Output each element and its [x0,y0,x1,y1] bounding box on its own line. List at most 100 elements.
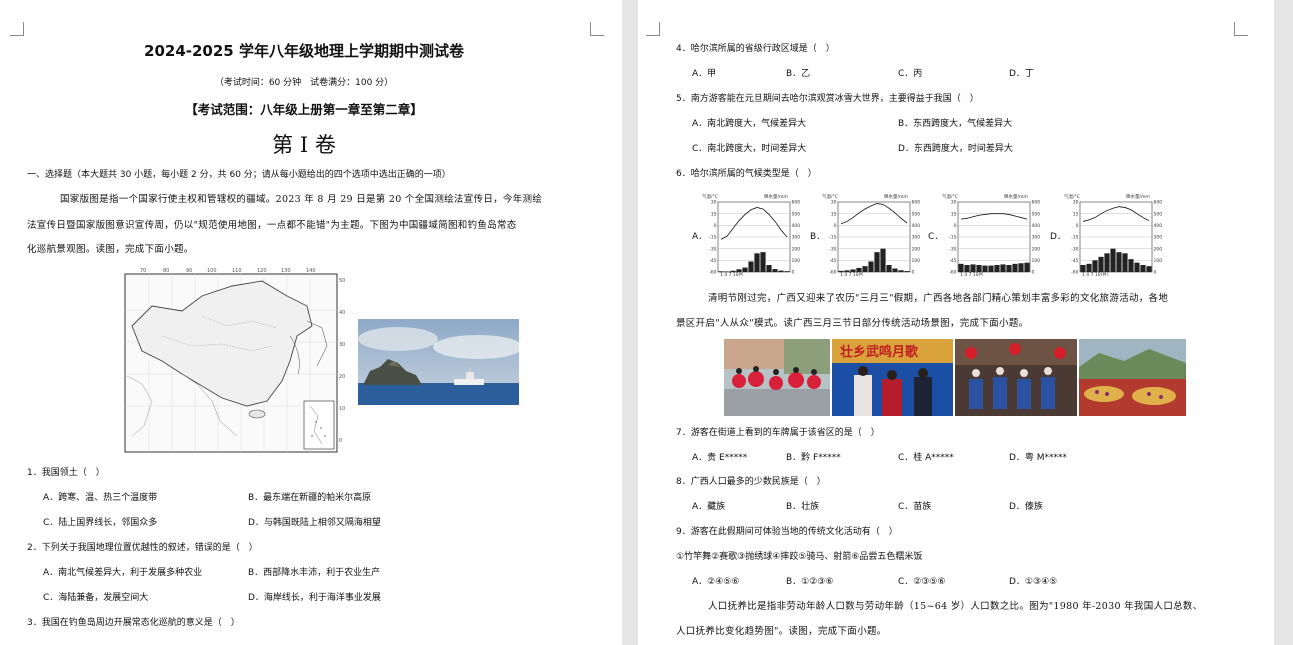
map-lon-tick: 120 [257,268,267,274]
precip-bar [1000,264,1006,272]
precip-bar [772,269,778,272]
precip-tick: 600 [912,200,921,206]
question-option: C．丙 [898,69,923,79]
festival-photo-feast [1079,339,1186,416]
precip-bar [1104,253,1110,272]
question-option: C．苗族 [898,502,932,512]
temp-tick: -30 [829,246,836,252]
map-lat-tick: 50 [339,278,345,284]
precip-bar [874,252,880,272]
question-option: D．东西跨度大，时间差异大 [898,144,1013,154]
precip-bar [838,270,844,272]
map-lon-tick: 110 [232,268,242,274]
temp-tick: -45 [709,258,716,264]
question-stem: 1．我国领土（ ） [27,468,105,478]
precip-bar [778,270,784,272]
temp-tick: 30 [831,200,837,206]
precip-bar [1110,248,1116,272]
passage-line: 人口抚养比是指非劳动年龄人口数与劳动年龄（15~64 岁）人口数之比。图为"19… [708,601,1203,612]
precip-bar [988,265,994,272]
question-option: D．傣族 [1009,502,1043,512]
question-option: C．桂 A***** [898,453,954,463]
precip-tick: 600 [1154,200,1163,206]
precip-bar [892,268,898,272]
precip-bar [994,265,1000,272]
question-option: A．南北气候差异大，利于发展多种农业 [43,568,203,578]
exam-title: 2024-2025 学年八年级地理上学期期中测试卷 [144,42,464,60]
temp-axis-label: 气温/°C [1064,193,1080,200]
precip-bar [862,266,868,272]
temp-tick: -30 [709,246,716,252]
question-option: B．最东端在新疆的帕米尔高原 [248,493,372,503]
document-page-right: 4．哈尔滨所属的省级行政区域是（ ） A．甲 B．乙 C．丙 D．丁 5．南方游… [638,0,1274,645]
temp-tick: 15 [951,211,957,217]
temp-tick: 0 [1076,223,1079,229]
festival-photo-singers: 壮乡武鸣月歌 [832,339,953,416]
precip-tick: 300 [792,235,801,241]
temp-tick: 0 [714,223,717,229]
precip-bar [1012,263,1018,272]
question-option: B．西部降水丰沛，利于农业生产 [248,568,381,578]
precip-tick: 600 [792,200,801,206]
precip-bar [976,265,982,272]
question-stem: 8．广西人口最多的少数民族是（ ） [676,477,826,487]
precip-bar [850,269,856,272]
precip-bar [718,271,724,272]
map-lat-tick: 20 [339,374,345,380]
map-lon-tick: 90 [186,268,192,274]
precip-bar [766,265,772,272]
passage-line: 化巡航景观图。读图，完成下面小题。 [27,244,194,255]
precip-bar [982,265,988,272]
question-option: B．壮族 [786,502,820,512]
precip-bar [898,270,904,272]
question-option: C．海陆兼备，发展空间大 [43,593,149,603]
precip-bar [760,252,766,272]
question-stem: 9．游客在此假期间可体验当地的传统文化活动有（ ） [676,527,898,537]
temp-tick: -15 [829,235,836,241]
precip-axis-label: 降水量/mm [764,193,788,200]
temp-tick: -45 [949,258,956,264]
temp-axis-label: 气温/°C [702,193,718,200]
question-option: C．南北跨度大，时间差异大 [692,144,807,154]
precip-bar [880,248,886,272]
diaoyu-patrol-photo [358,319,519,405]
question-stem: 2．下列关于我国地理位置优越性的叙述，错误的是（ ） [27,543,258,553]
temp-tick: 0 [834,223,837,229]
precip-tick: 100 [1032,258,1041,264]
question-option: D．粤 M***** [1009,453,1068,463]
passage-line: 法宣传日暨国家版图意识宣传周，仍以"规范使用地图，一点都不能错"为主题。下图为中… [27,220,517,231]
question-option: A．南北跨度大，气候差异大 [692,119,807,129]
precip-tick: 500 [1032,211,1041,217]
china-territory-map: 70 80 90 100 110 120 130 140 50 40 30 20… [122,266,350,456]
question-stem: 7．游客在街道上看到的车牌属于该省区的是（ ） [676,428,880,438]
temp-tick: -60 [1071,270,1078,276]
precip-bar [1122,253,1128,272]
question-option: A．跨寒、温、热三个温度带 [43,493,158,503]
map-lon-tick: 130 [281,268,291,274]
exam-scope: 【考试范围：八年级上册第一章至第二章】 [185,102,423,117]
precip-bar [754,253,760,272]
precip-bar [1086,263,1092,272]
temp-tick: -60 [829,270,836,276]
month-axis-label: 1 4 7 10月 [960,272,983,276]
question-option: A．藏族 [692,502,726,512]
precip-tick: 200 [792,246,801,252]
question-option: A．甲 [692,69,717,79]
temp-tick: 30 [711,200,717,206]
map-lon-tick: 80 [163,268,169,274]
temp-tick: -60 [709,270,716,276]
exam-subtitle: （考试时间：60 分钟 试卷满分：100 分） [214,78,394,88]
volume-heading: 第 I 卷 [272,133,336,157]
question-items: ①竹竿舞②赛歌③抛绣球④摔跤⑤骑马、射箭⑥品尝五色糯米饭 [676,552,923,562]
climate-chart-c: 气温/°C 降水量/mm 30 600 15 500 0 400 -15 300 -30 200 -45… [940,192,1048,276]
page-corner-mark [590,22,604,36]
map-lat-tick: 40 [339,310,345,316]
precip-tick: 400 [912,223,921,229]
precip-axis-label: 降水量/mm [884,193,908,200]
precip-bar [1006,265,1012,272]
precip-tick: 200 [1032,246,1041,252]
question-stem: 5．南方游客能在元旦期间去哈尔滨观赏冰雪大世界，主要得益于我国（ ） [676,94,979,104]
precip-tick: 0 [792,270,795,276]
precip-bar [724,271,730,272]
question-option: D．海岸线长，利于海洋事业发展 [248,593,381,603]
